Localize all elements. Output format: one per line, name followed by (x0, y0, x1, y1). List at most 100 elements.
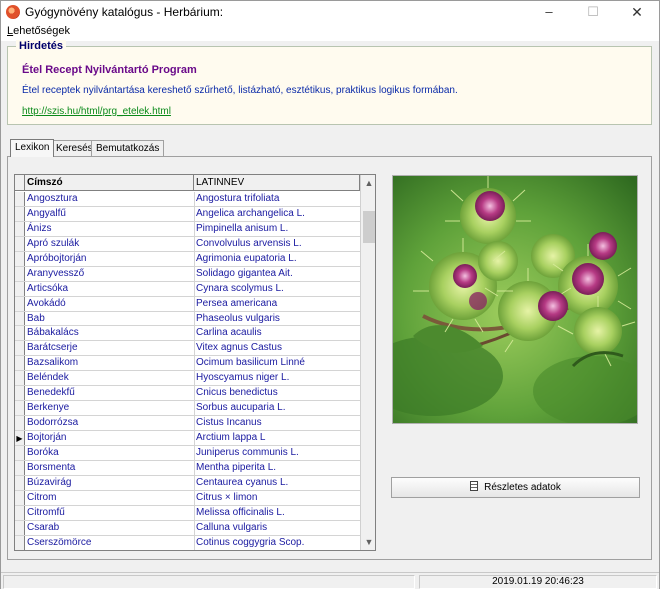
scroll-down-icon[interactable]: ▼ (361, 534, 375, 550)
cell-latinnev[interactable]: Cynara scolymus L. (196, 282, 360, 296)
cell-latinnev[interactable]: Arctium lappa L (196, 431, 360, 445)
cell-latinnev[interactable]: Solidago gigantea Ait. (196, 267, 360, 281)
cell-cimszo[interactable]: Avokádó (27, 297, 193, 311)
cell-latinnev[interactable]: Vitex agnus Castus (196, 341, 360, 355)
menu-lehetosegek[interactable]: Lehetőségek (7, 25, 70, 37)
tab-lexikon[interactable]: Lexikon (10, 139, 55, 157)
column-header-cimszo[interactable]: Címszó (25, 175, 194, 191)
cell-latinnev[interactable]: Carlina acaulis (196, 326, 360, 340)
row-indicator[interactable] (15, 296, 25, 311)
current-row-indicator-icon[interactable]: ▶ (15, 431, 25, 445)
scroll-up-icon[interactable]: ▲ (361, 175, 375, 191)
table-row[interactable]: Benedekfű Cnicus benedictus (15, 386, 360, 402)
row-indicator[interactable] (15, 326, 25, 341)
cell-latinnev[interactable]: Angostura trifoliata (196, 192, 360, 206)
cell-latinnev[interactable]: Cotinus coggygria Scop. (196, 536, 360, 550)
cell-latinnev[interactable]: Cnicus benedictus (196, 386, 360, 400)
scroll-thumb[interactable] (363, 211, 375, 243)
table-row[interactable]: Apróbojtorján Agrimonia eupatoria L. (15, 251, 360, 267)
cell-latinnev[interactable]: Phaseolus vulgaris (196, 312, 360, 326)
row-indicator[interactable] (15, 281, 25, 296)
table-row[interactable]: Angosztura Angostura trifoliata (15, 192, 360, 207)
cell-latinnev[interactable]: Calluna vulgaris (196, 521, 360, 535)
row-indicator[interactable] (15, 401, 25, 416)
table-row[interactable]: Aranyvessző Solidago gigantea Ait. (15, 266, 360, 282)
cell-cimszo[interactable]: Búzavirág (27, 476, 193, 490)
table-row[interactable]: Articsóka Cynara scolymus L. (15, 281, 360, 297)
row-indicator[interactable] (15, 490, 25, 505)
row-indicator[interactable] (15, 236, 25, 251)
cell-latinnev[interactable]: Juniperus communis L. (196, 446, 360, 460)
maximize-button[interactable]: ☐ (571, 1, 615, 23)
table-row[interactable]: Boróka Juniperus communis L. (15, 445, 360, 461)
cell-latinnev[interactable]: Mentha piperita L. (196, 461, 360, 475)
table-row[interactable]: Búzavirág Centaurea cyanus L. (15, 475, 360, 491)
row-indicator[interactable] (15, 356, 25, 371)
cell-latinnev[interactable]: Persea americana (196, 297, 360, 311)
table-row[interactable]: Bábakalács Carlina acaulis (15, 326, 360, 342)
cell-cimszo[interactable]: Articsóka (27, 282, 193, 296)
cell-latinnev[interactable]: Pimpinella anisum L. (196, 222, 360, 236)
table-row[interactable]: Cserszömörce Cotinus coggygria Scop. (15, 535, 360, 550)
table-row[interactable]: Bazsalikom Ocimum basilicum Linné (15, 356, 360, 372)
row-indicator[interactable] (15, 445, 25, 460)
cell-cimszo[interactable]: Angyalfű (27, 207, 193, 221)
cell-cimszo[interactable]: Bábakalács (27, 326, 193, 340)
table-row[interactable]: Citromfű Melissa officinalis L. (15, 505, 360, 521)
row-indicator[interactable] (15, 505, 25, 520)
details-button[interactable]: Részletes adatok (391, 477, 640, 498)
cell-cimszo[interactable]: Cserszömörce (27, 536, 193, 550)
title-bar[interactable]: Gyógynövény katalógus - Herbárium: – ☐ ✕ (1, 1, 659, 23)
table-row[interactable]: Ánizs Pimpinella anisum L. (15, 221, 360, 237)
cell-cimszo[interactable]: Boróka (27, 446, 193, 460)
table-row[interactable]: Angyalfű Angelica archangelica L. (15, 206, 360, 222)
cell-cimszo[interactable]: Bojtorján (27, 431, 193, 445)
cell-cimszo[interactable]: Berkenye (27, 401, 193, 415)
row-indicator[interactable] (15, 206, 25, 221)
cell-cimszo[interactable]: Beléndek (27, 371, 193, 385)
row-indicator[interactable] (15, 460, 25, 475)
table-row[interactable]: Bodorrózsa Cistus Incanus (15, 416, 360, 431)
row-indicator[interactable] (15, 371, 25, 386)
cell-cimszo[interactable]: Citrom (27, 491, 193, 505)
cell-cimszo[interactable]: Benedekfű (27, 386, 193, 400)
cell-latinnev[interactable]: Angelica archangelica L. (196, 207, 360, 221)
cell-cimszo[interactable]: Barátcserje (27, 341, 193, 355)
table-row[interactable]: Avokádó Persea americana (15, 296, 360, 312)
cell-latinnev[interactable]: Hyoscyamus niger L. (196, 371, 360, 385)
cell-cimszo[interactable]: Ánizs (27, 222, 193, 236)
cell-latinnev[interactable]: Citrus × limon (196, 491, 360, 505)
table-row[interactable]: Apró szulák Convolvulus arvensis L. (15, 236, 360, 252)
cell-latinnev[interactable]: Agrimonia eupatoria L. (196, 252, 360, 266)
table-row[interactable]: Borsmenta Mentha piperita L. (15, 460, 360, 476)
row-indicator[interactable] (15, 341, 25, 356)
cell-cimszo[interactable]: Bab (27, 312, 193, 326)
table-row[interactable]: Csarab Calluna vulgaris (15, 520, 360, 536)
cell-cimszo[interactable]: Apróbojtorján (27, 252, 193, 266)
grid-scrollbar[interactable]: ▲ ▼ (360, 175, 375, 550)
cell-cimszo[interactable]: Apró szulák (27, 237, 193, 251)
row-indicator[interactable] (15, 311, 25, 326)
row-indicator[interactable] (15, 192, 25, 206)
close-button[interactable]: ✕ (615, 1, 659, 23)
tab-bemutatkozas[interactable]: Bemutatkozás (91, 140, 165, 156)
cell-latinnev[interactable]: Melissa officinalis L. (196, 506, 360, 520)
table-row[interactable]: Citrom Citrus × limon (15, 490, 360, 506)
row-indicator[interactable] (15, 266, 25, 281)
cell-cimszo[interactable]: Angosztura (27, 192, 193, 206)
row-indicator[interactable] (15, 221, 25, 236)
row-indicator[interactable] (15, 251, 25, 266)
table-row[interactable]: Berkenye Sorbus aucuparia L. (15, 401, 360, 417)
cell-latinnev[interactable]: Convolvulus arvensis L. (196, 237, 360, 251)
cell-latinnev[interactable]: Ocimum basilicum Linné (196, 356, 360, 370)
minimize-button[interactable]: – (527, 1, 571, 23)
row-indicator[interactable] (15, 386, 25, 401)
row-indicator[interactable] (15, 416, 25, 430)
row-indicator[interactable] (15, 535, 25, 550)
cell-cimszo[interactable]: Citromfű (27, 506, 193, 520)
cell-cimszo[interactable]: Bazsalikom (27, 356, 193, 370)
cell-cimszo[interactable]: Borsmenta (27, 461, 193, 475)
row-indicator[interactable] (15, 520, 25, 535)
cell-cimszo[interactable]: Bodorrózsa (27, 416, 193, 430)
plant-grid[interactable]: Címszó LATINNEV Angosztura Angostura trif… (14, 174, 376, 551)
